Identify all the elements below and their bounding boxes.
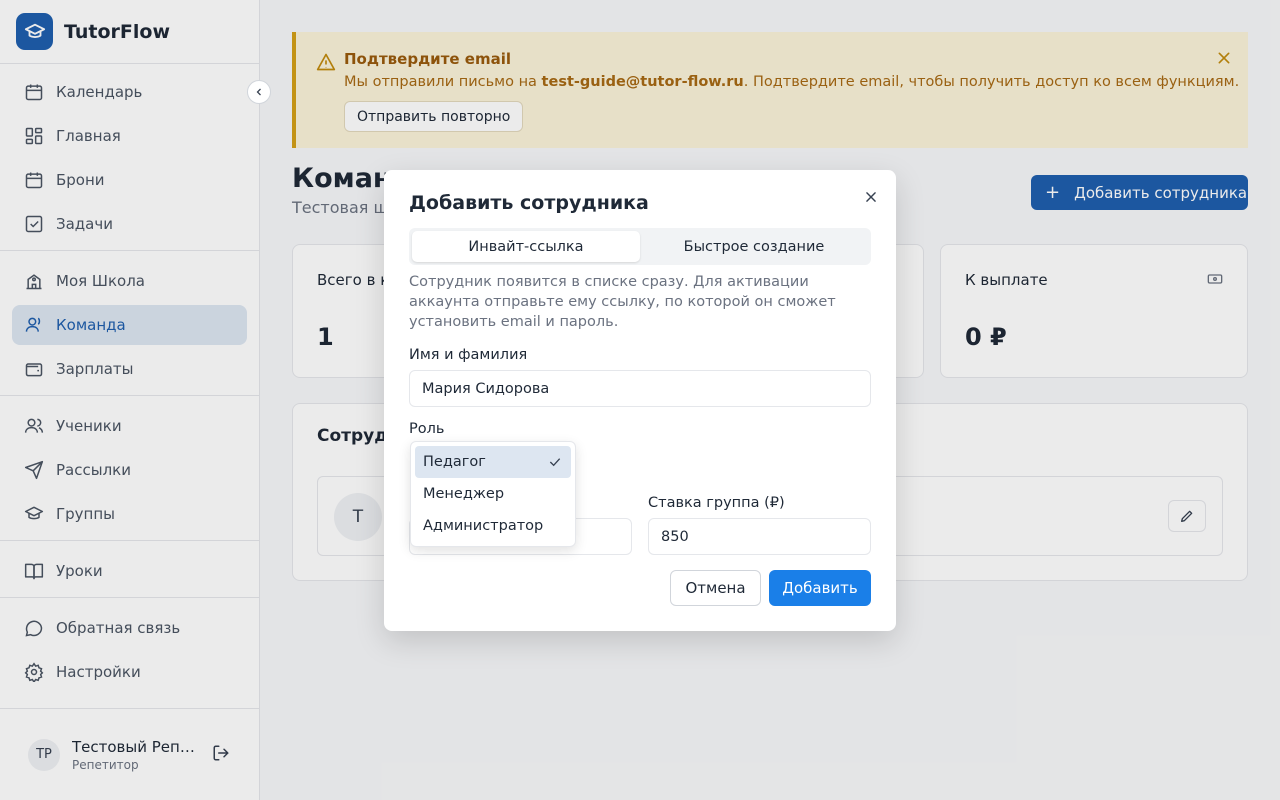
check-icon [549, 458, 561, 467]
dialog-description: Сотрудник появится в списке сразу. Для а… [409, 274, 836, 330]
sidebar-collapse-button[interactable] [247, 80, 271, 104]
role-label: Роль [409, 421, 445, 437]
submit-button[interactable]: Добавить [769, 570, 871, 606]
close-icon[interactable] [864, 188, 878, 209]
chevron-left-icon [256, 88, 261, 96]
role-option[interactable]: Педагог [415, 446, 571, 478]
tab-invite-link[interactable]: Инвайт-ссылка [412, 231, 640, 262]
role-dropdown: Педагог Менеджер Администратор [410, 441, 576, 547]
dialog-title: Добавить сотрудника [409, 192, 649, 214]
role-option[interactable]: Администратор [415, 510, 571, 542]
rate-group-label: Ставка группа (₽) [648, 495, 785, 511]
name-label: Имя и фамилия [409, 347, 528, 363]
mode-tabs: Инвайт-ссылка Быстрое создание [409, 228, 871, 265]
tab-quick-create[interactable]: Быстрое создание [640, 231, 868, 262]
cancel-button[interactable]: Отмена [670, 570, 761, 606]
rate-group-field[interactable]: 850 [648, 518, 871, 555]
role-option[interactable]: Менеджер [415, 478, 571, 510]
name-field[interactable]: Мария Сидорова [409, 370, 871, 407]
add-employee-dialog: Добавить сотрудника Инвайт-ссылка Быстро… [384, 170, 896, 631]
